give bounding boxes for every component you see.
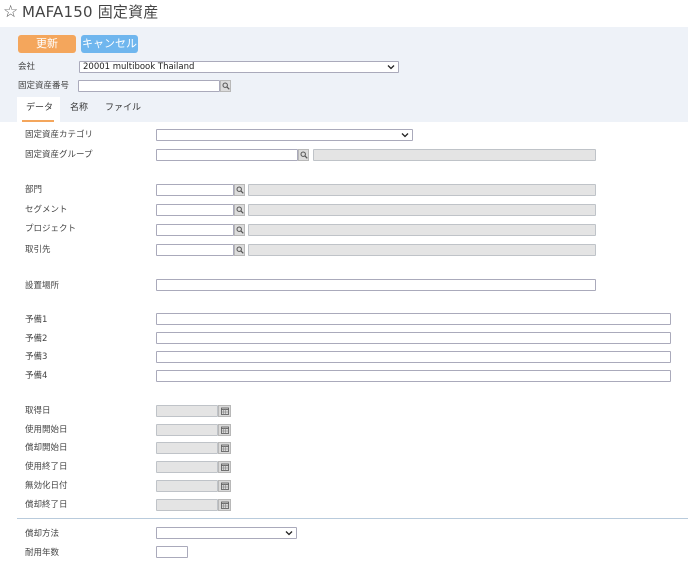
search-icon bbox=[236, 206, 244, 214]
partner-label: 取引先 bbox=[25, 245, 51, 255]
depreciation-end-date-label: 償却終了日 bbox=[25, 500, 68, 510]
calendar-icon bbox=[221, 501, 229, 509]
segment-label: セグメント bbox=[25, 205, 68, 215]
depreciation-method-select[interactable] bbox=[156, 527, 297, 539]
cancel-button[interactable]: キャンセル bbox=[81, 35, 138, 53]
depreciation-end-date-calendar-button[interactable] bbox=[218, 499, 231, 511]
tab-file[interactable]: ファイル bbox=[105, 102, 141, 114]
depreciation-start-date-calendar-button[interactable] bbox=[218, 442, 231, 454]
invalidation-date-label: 無効化日付 bbox=[25, 481, 68, 491]
search-icon bbox=[236, 186, 244, 194]
location-label: 設置場所 bbox=[25, 281, 60, 291]
useful-life-input[interactable] bbox=[156, 546, 188, 558]
tab-name[interactable]: 名称 bbox=[70, 102, 88, 114]
use-start-date-calendar-button[interactable] bbox=[218, 424, 231, 436]
segment-search-button[interactable] bbox=[234, 204, 245, 216]
chevron-down-icon bbox=[387, 65, 395, 70]
chevron-down-icon bbox=[401, 133, 409, 138]
section-divider bbox=[17, 518, 688, 519]
group-label: 固定資産グループ bbox=[25, 150, 93, 160]
search-icon bbox=[236, 246, 244, 254]
company-select[interactable]: 20001 multibook Thailand bbox=[79, 61, 399, 73]
acquisition-date-input[interactable] bbox=[156, 405, 218, 417]
update-button[interactable]: 更新 bbox=[18, 35, 76, 53]
asset-number-search-button[interactable] bbox=[220, 80, 231, 92]
reserve3-label: 予備3 bbox=[25, 352, 48, 362]
calendar-icon bbox=[221, 407, 229, 415]
partner-name-readonly bbox=[248, 244, 596, 256]
tab-data[interactable]: データ bbox=[26, 102, 53, 114]
reserve1-input[interactable] bbox=[156, 313, 671, 325]
calendar-icon bbox=[221, 463, 229, 471]
segment-name-readonly bbox=[248, 204, 596, 216]
search-icon bbox=[236, 226, 244, 234]
depreciation-start-date-input[interactable] bbox=[156, 442, 218, 454]
partner-search-button[interactable] bbox=[234, 244, 245, 256]
invalidation-date-calendar-button[interactable] bbox=[218, 480, 231, 492]
use-end-date-calendar-button[interactable] bbox=[218, 461, 231, 473]
partner-input[interactable] bbox=[156, 244, 234, 256]
reserve1-label: 予備1 bbox=[25, 315, 48, 325]
depreciation-end-date-input[interactable] bbox=[156, 499, 218, 511]
use-end-date-input[interactable] bbox=[156, 461, 218, 473]
page-title: MAFA150 固定資産 bbox=[22, 3, 159, 21]
project-name-readonly bbox=[248, 224, 596, 236]
segment-input[interactable] bbox=[156, 204, 234, 216]
project-input[interactable] bbox=[156, 224, 234, 236]
use-start-date-input[interactable] bbox=[156, 424, 218, 436]
reserve4-label: 予備4 bbox=[25, 371, 48, 381]
company-label: 会社 bbox=[18, 62, 36, 72]
group-input[interactable] bbox=[156, 149, 298, 161]
group-name-readonly bbox=[313, 149, 596, 161]
group-search-button[interactable] bbox=[298, 149, 309, 161]
department-input[interactable] bbox=[156, 184, 234, 196]
calendar-icon bbox=[221, 482, 229, 490]
use-end-date-label: 使用終了日 bbox=[25, 462, 68, 472]
use-start-date-label: 使用開始日 bbox=[25, 425, 68, 435]
company-select-value: 20001 multibook Thailand bbox=[83, 62, 195, 72]
reserve2-label: 予備2 bbox=[25, 334, 48, 344]
project-search-button[interactable] bbox=[234, 224, 245, 236]
tab-active-indicator bbox=[22, 120, 54, 122]
project-label: プロジェクト bbox=[25, 224, 77, 234]
reserve2-input[interactable] bbox=[156, 332, 671, 344]
reserve3-input[interactable] bbox=[156, 351, 671, 363]
reserve4-input[interactable] bbox=[156, 370, 671, 382]
category-select[interactable] bbox=[156, 129, 413, 141]
asset-number-label: 固定資産番号 bbox=[18, 81, 70, 91]
calendar-icon bbox=[221, 444, 229, 452]
department-search-button[interactable] bbox=[234, 184, 245, 196]
depreciation-method-label: 償却方法 bbox=[25, 529, 60, 539]
search-icon bbox=[222, 82, 230, 90]
acquisition-date-calendar-button[interactable] bbox=[218, 405, 231, 417]
acquisition-date-label: 取得日 bbox=[25, 406, 51, 416]
invalidation-date-input[interactable] bbox=[156, 480, 218, 492]
category-label: 固定資産カテゴリ bbox=[25, 130, 94, 140]
asset-number-input[interactable] bbox=[78, 80, 220, 92]
department-name-readonly bbox=[248, 184, 596, 196]
search-icon bbox=[300, 151, 308, 159]
star-outline-icon[interactable]: ☆ bbox=[3, 2, 18, 22]
location-input[interactable] bbox=[156, 279, 596, 291]
depreciation-start-date-label: 償却開始日 bbox=[25, 443, 68, 453]
useful-life-label: 耐用年数 bbox=[25, 548, 60, 558]
department-label: 部門 bbox=[25, 185, 43, 195]
chevron-down-icon bbox=[285, 531, 293, 536]
calendar-icon bbox=[221, 426, 229, 434]
